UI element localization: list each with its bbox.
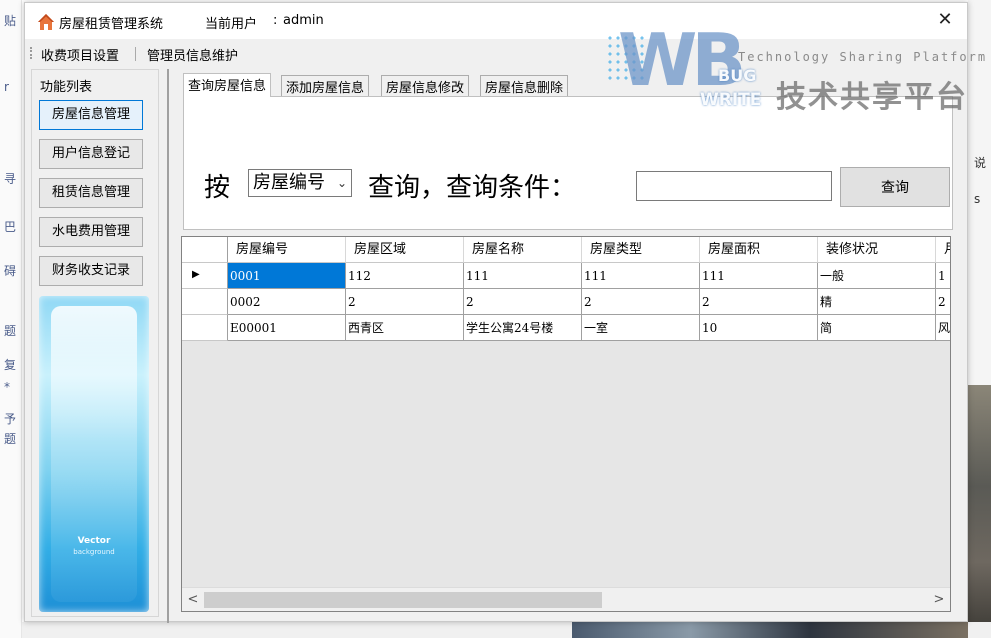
scroll-thumb[interactable] xyxy=(204,592,602,608)
house-icon xyxy=(38,14,54,30)
sidebar-banner-image: Vector background xyxy=(39,296,149,612)
grid-body: 房屋编号 房屋区域 房屋名称 房屋类型 房屋面积 装修状况 月 ▶ 0001 1… xyxy=(182,237,950,611)
row-header[interactable] xyxy=(182,315,228,341)
menu-grip-icon xyxy=(30,47,32,59)
table-row[interactable]: 0002 2 2 2 2 精 2 xyxy=(182,289,950,315)
column-header[interactable]: 房屋名称 xyxy=(464,237,582,263)
query-field-select[interactable]: 房屋编号 ⌄ xyxy=(248,169,352,197)
banner-shine xyxy=(51,306,137,602)
horizontal-scrollbar[interactable]: < > xyxy=(182,587,950,611)
nav-button-house-info[interactable]: 房屋信息管理 xyxy=(39,100,143,130)
grid-header: 房屋编号 房屋区域 房屋名称 房屋类型 房屋面积 装修状况 月 xyxy=(182,237,950,263)
background-text: 说 xyxy=(974,156,987,170)
tab-query-house[interactable]: 查询房屋信息 xyxy=(183,73,272,97)
table-cell[interactable]: 112 xyxy=(346,263,464,289)
watermark-write: WRITE xyxy=(700,90,762,110)
query-condition-input[interactable] xyxy=(636,171,832,201)
table-cell[interactable]: 一室 xyxy=(582,315,700,341)
current-user-name: admin xyxy=(283,13,324,28)
panel-splitter[interactable] xyxy=(167,69,169,623)
table-cell[interactable]: 111 xyxy=(582,263,700,289)
table-cell[interactable]: 2 xyxy=(346,289,464,315)
tab-delete-house[interactable]: 房屋信息删除 xyxy=(480,75,569,96)
sidebar-title: 功能列表 xyxy=(40,80,93,95)
background-left-strip: 贴 r 寻 巴 碍 题 复 * 予 题 xyxy=(0,0,22,638)
column-header[interactable]: 房屋类型 xyxy=(582,237,700,263)
table-cell[interactable]: E00001 xyxy=(228,315,346,341)
background-text: * xyxy=(4,380,10,394)
house-data-grid: 房屋编号 房屋区域 房屋名称 房屋类型 房屋面积 装修状况 月 ▶ 0001 1… xyxy=(181,236,951,612)
table-row[interactable]: E00001 西青区 学生公寓24号楼 一室 10 简 风 xyxy=(182,315,950,341)
query-panel: 按 房屋编号 ⌄ 查询，查询条件： 查询 xyxy=(183,96,953,230)
column-header[interactable]: 房屋编号 xyxy=(228,237,346,263)
table-cell[interactable]: 2 xyxy=(700,289,818,315)
table-cell[interactable]: 简 xyxy=(818,315,936,341)
watermark-cn: 技术共享平台 xyxy=(776,80,968,115)
column-header[interactable]: 房屋面积 xyxy=(700,237,818,263)
window-title: 房屋租赁管理系统 xyxy=(59,17,164,32)
banner-text: Vector xyxy=(77,536,111,546)
scroll-right-icon[interactable]: > xyxy=(928,588,950,611)
table-cell[interactable]: 2 xyxy=(464,289,582,315)
menu-separator xyxy=(135,47,136,61)
background-text: 复 xyxy=(4,358,17,372)
watermark-bug: BUG xyxy=(718,66,757,85)
nav-button-lease-management[interactable]: 租赁信息管理 xyxy=(39,178,143,208)
tab-edit-house[interactable]: 房屋信息修改 xyxy=(381,75,470,96)
table-cell[interactable]: 一般 xyxy=(818,263,936,289)
query-button[interactable]: 查询 xyxy=(840,167,950,207)
table-cell[interactable]: 0002 xyxy=(228,289,346,315)
column-header[interactable]: 月 xyxy=(936,237,950,263)
grid-corner-cell[interactable] xyxy=(182,237,228,263)
background-text: 予 xyxy=(4,412,17,426)
table-cell[interactable]: 111 xyxy=(700,263,818,289)
menu-item-admin-info[interactable]: 管理员信息维护 xyxy=(147,45,238,64)
row-header[interactable]: ▶ xyxy=(182,263,228,289)
column-header[interactable]: 装修状况 xyxy=(818,237,936,263)
background-text: r xyxy=(4,80,9,94)
nav-button-finance-records[interactable]: 财务收支记录 xyxy=(39,256,143,286)
query-condition-label: 查询，查询条件： xyxy=(368,173,577,203)
row-header[interactable] xyxy=(182,289,228,315)
background-text: s xyxy=(974,192,981,206)
watermark-tagline: Technology Sharing Platform xyxy=(738,50,988,64)
background-text: 寻 xyxy=(4,172,17,186)
table-cell[interactable]: 西青区 xyxy=(346,315,464,341)
table-cell[interactable]: 风 xyxy=(936,315,950,341)
nav-button-user-registration[interactable]: 用户信息登记 xyxy=(39,139,143,169)
background-text: 题 xyxy=(4,432,17,446)
table-cell[interactable]: 精 xyxy=(818,289,936,315)
watermark-logo: WB Technology Sharing Platform BUG WRITE… xyxy=(606,14,985,115)
table-row[interactable]: ▶ 0001 112 111 111 111 一般 1 xyxy=(182,263,950,289)
query-field-value: 房屋编号 xyxy=(253,172,325,193)
background-text: 题 xyxy=(4,324,17,338)
menu-item-fee-settings[interactable]: 收费项目设置 xyxy=(41,45,119,64)
table-cell[interactable]: 2 xyxy=(582,289,700,315)
current-user-label: 当前用户 xyxy=(205,17,258,32)
background-text: 贴 xyxy=(4,14,17,28)
current-row-marker-icon: ▶ xyxy=(192,269,200,280)
nav-button-utility-fees[interactable]: 水电费用管理 xyxy=(39,217,143,247)
background-photo xyxy=(572,622,968,638)
current-user-separator: : xyxy=(273,13,278,28)
table-cell[interactable]: 0001 xyxy=(228,263,346,289)
table-cell[interactable]: 学生公寓24号楼 xyxy=(464,315,582,341)
query-by-label: 按 xyxy=(204,173,231,203)
sidebar: 功能列表 房屋信息管理 用户信息登记 租赁信息管理 水电费用管理 财务收支记录 … xyxy=(31,69,159,617)
table-cell[interactable]: 111 xyxy=(464,263,582,289)
background-text: 碍 xyxy=(4,264,17,278)
chevron-down-icon: ⌄ xyxy=(336,176,347,190)
table-cell[interactable]: 2 xyxy=(936,289,950,315)
table-cell[interactable]: 10 xyxy=(700,315,818,341)
background-text: 巴 xyxy=(4,220,17,234)
tab-add-house[interactable]: 添加房屋信息 xyxy=(281,75,370,96)
column-header[interactable]: 房屋区域 xyxy=(346,237,464,263)
scroll-left-icon[interactable]: < xyxy=(182,588,204,611)
banner-subtext: background xyxy=(73,548,115,556)
table-cell[interactable]: 1 xyxy=(936,263,950,289)
background-photo xyxy=(965,385,991,638)
